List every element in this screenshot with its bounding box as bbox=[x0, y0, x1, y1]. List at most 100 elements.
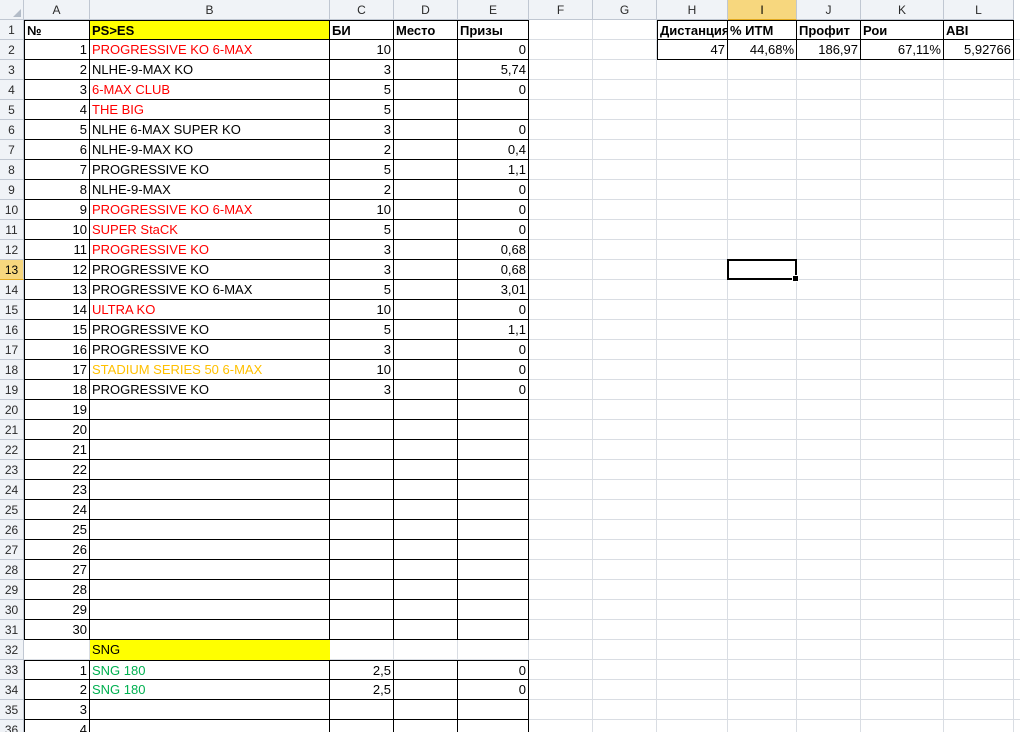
column-header-e[interactable]: E bbox=[458, 0, 529, 20]
place-cell[interactable] bbox=[394, 320, 458, 340]
prize-cell[interactable]: 0 bbox=[458, 680, 529, 700]
column-header-j[interactable]: J bbox=[797, 0, 861, 20]
buyin-cell[interactable]: 5 bbox=[330, 280, 394, 300]
tournament-name-cell[interactable] bbox=[90, 580, 330, 600]
row-number-cell[interactable]: 26 bbox=[24, 540, 90, 560]
row-header[interactable]: 6 bbox=[0, 120, 24, 140]
row-number-cell[interactable]: 3 bbox=[24, 80, 90, 100]
column-header-i[interactable]: I bbox=[728, 0, 797, 20]
row-header[interactable]: 23 bbox=[0, 460, 24, 480]
buyin-cell[interactable]: 10 bbox=[330, 300, 394, 320]
column-header-a[interactable]: A bbox=[24, 0, 90, 20]
prize-cell[interactable] bbox=[458, 500, 529, 520]
stats-value-cell[interactable]: 44,68% bbox=[728, 40, 797, 60]
tournament-name-cell[interactable] bbox=[90, 480, 330, 500]
row-header[interactable]: 34 bbox=[0, 680, 24, 700]
buyin-cell[interactable]: 10 bbox=[330, 360, 394, 380]
row-header[interactable]: 14 bbox=[0, 280, 24, 300]
buyin-cell[interactable]: 5 bbox=[330, 80, 394, 100]
buyin-cell[interactable]: 5 bbox=[330, 100, 394, 120]
place-cell[interactable] bbox=[394, 540, 458, 560]
tournament-name-cell[interactable]: PROGRESSIVE KO 6-MAX bbox=[90, 200, 330, 220]
prize-cell[interactable] bbox=[458, 540, 529, 560]
prize-cell[interactable] bbox=[458, 400, 529, 420]
tournament-name-cell[interactable] bbox=[90, 560, 330, 580]
header-cell-a[interactable]: № bbox=[24, 20, 90, 40]
place-cell[interactable] bbox=[394, 580, 458, 600]
row-number-cell[interactable]: 29 bbox=[24, 600, 90, 620]
place-cell[interactable] bbox=[394, 160, 458, 180]
prize-cell[interactable]: 0,4 bbox=[458, 140, 529, 160]
place-cell[interactable] bbox=[394, 380, 458, 400]
tournament-name-cell[interactable]: NLHE-9-MAX KO bbox=[90, 140, 330, 160]
header-cell-e[interactable]: Призы bbox=[458, 20, 529, 40]
tournament-name-cell[interactable]: ULTRA KO bbox=[90, 300, 330, 320]
row-number-cell[interactable]: 22 bbox=[24, 460, 90, 480]
row-number-cell[interactable]: 3 bbox=[24, 700, 90, 720]
prize-cell[interactable]: 0 bbox=[458, 220, 529, 240]
row-header[interactable]: 5 bbox=[0, 100, 24, 120]
tournament-name-cell[interactable] bbox=[90, 460, 330, 480]
tournament-name-cell[interactable] bbox=[90, 440, 330, 460]
row-number-cell[interactable]: 10 bbox=[24, 220, 90, 240]
buyin-cell[interactable] bbox=[330, 540, 394, 560]
row-number-cell[interactable]: 2 bbox=[24, 60, 90, 80]
stats-header-cell[interactable]: % ИТМ bbox=[728, 20, 797, 40]
row-number-cell[interactable]: 4 bbox=[24, 720, 90, 732]
place-cell[interactable] bbox=[394, 620, 458, 640]
buyin-cell[interactable] bbox=[330, 720, 394, 732]
tournament-name-cell[interactable] bbox=[90, 720, 330, 732]
stats-header-cell[interactable]: Дистанция bbox=[657, 20, 728, 40]
prize-cell[interactable]: 0 bbox=[458, 200, 529, 220]
fill-handle[interactable] bbox=[792, 275, 799, 282]
buyin-cell[interactable]: 3 bbox=[330, 260, 394, 280]
buyin-cell[interactable] bbox=[330, 480, 394, 500]
row-header[interactable]: 28 bbox=[0, 560, 24, 580]
row-header[interactable]: 25 bbox=[0, 500, 24, 520]
prize-cell[interactable]: 1,1 bbox=[458, 160, 529, 180]
tournament-name-cell[interactable]: PROGRESSIVE KO bbox=[90, 340, 330, 360]
row-number-cell[interactable]: 17 bbox=[24, 360, 90, 380]
row-header[interactable]: 18 bbox=[0, 360, 24, 380]
place-cell[interactable] bbox=[394, 420, 458, 440]
row-header[interactable]: 32 bbox=[0, 640, 24, 660]
column-header-b[interactable]: B bbox=[90, 0, 330, 20]
place-cell[interactable] bbox=[394, 520, 458, 540]
prize-cell[interactable] bbox=[458, 600, 529, 620]
spreadsheet-grid[interactable]: A B C D E F G H I J K L 1 2 3 4 5 6 7 8 9 10 11 12 13 14 15 16 17 18 1… bbox=[0, 0, 1020, 732]
column-header-d[interactable]: D bbox=[394, 0, 458, 20]
buyin-cell[interactable] bbox=[330, 420, 394, 440]
prize-cell[interactable] bbox=[458, 460, 529, 480]
row-header[interactable]: 22 bbox=[0, 440, 24, 460]
row-number-cell[interactable]: 30 bbox=[24, 620, 90, 640]
column-header-k[interactable]: K bbox=[861, 0, 944, 20]
place-cell[interactable] bbox=[394, 720, 458, 732]
row-header[interactable]: 9 bbox=[0, 180, 24, 200]
row-header[interactable]: 30 bbox=[0, 600, 24, 620]
place-cell[interactable] bbox=[394, 440, 458, 460]
prize-cell[interactable]: 0 bbox=[458, 120, 529, 140]
row-header[interactable]: 16 bbox=[0, 320, 24, 340]
buyin-cell[interactable]: 2,5 bbox=[330, 680, 394, 700]
place-cell[interactable] bbox=[394, 180, 458, 200]
buyin-cell[interactable] bbox=[330, 700, 394, 720]
buyin-cell[interactable]: 3 bbox=[330, 60, 394, 80]
tournament-name-cell[interactable]: SNG 180 bbox=[90, 660, 330, 680]
prize-cell[interactable] bbox=[458, 440, 529, 460]
stats-value-cell[interactable]: 67,11% bbox=[861, 40, 944, 60]
place-cell[interactable] bbox=[394, 500, 458, 520]
tournament-name-cell[interactable]: PROGRESSIVE KO bbox=[90, 240, 330, 260]
prize-cell[interactable]: 1,1 bbox=[458, 320, 529, 340]
buyin-cell[interactable] bbox=[330, 580, 394, 600]
buyin-cell[interactable]: 2 bbox=[330, 140, 394, 160]
row-number-cell[interactable]: 15 bbox=[24, 320, 90, 340]
row-number-cell[interactable]: 23 bbox=[24, 480, 90, 500]
stats-header-cell[interactable]: ABI bbox=[944, 20, 1014, 40]
prize-cell[interactable]: 0 bbox=[458, 180, 529, 200]
row-header[interactable]: 8 bbox=[0, 160, 24, 180]
prize-cell[interactable]: 5,74 bbox=[458, 60, 529, 80]
buyin-cell[interactable] bbox=[330, 520, 394, 540]
place-cell[interactable] bbox=[394, 120, 458, 140]
tournament-name-cell[interactable]: PROGRESSIVE KO 6-MAX bbox=[90, 40, 330, 60]
place-cell[interactable] bbox=[394, 660, 458, 680]
